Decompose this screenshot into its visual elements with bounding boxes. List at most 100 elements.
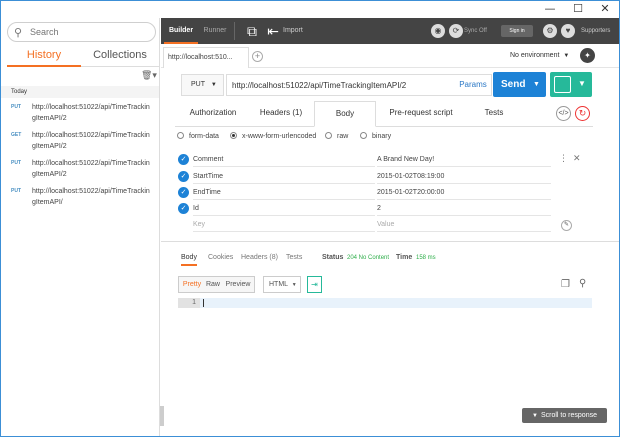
day-header: Today <box>1 86 159 98</box>
manage-environments-icon[interactable]: ✦ <box>580 48 595 63</box>
search-box[interactable]: ⚲ <box>7 22 156 42</box>
method-select[interactable]: PUT ▼ <box>181 74 224 96</box>
chevron-down-icon[interactable]: ▼ <box>533 72 540 97</box>
language-select[interactable]: HTML ▼ <box>263 276 301 293</box>
form-value[interactable]: A Brand New Day! <box>377 153 551 167</box>
bulk-edit-icon[interactable]: ✎ <box>561 220 572 231</box>
copy-icon[interactable]: ❐ <box>561 279 570 290</box>
request-tab-bar: http://localhost:510... + No environment… <box>161 44 619 68</box>
form-value[interactable]: 2015-01-02T08:19:00 <box>377 170 551 184</box>
environment-select[interactable]: No environment ▼ <box>510 49 569 63</box>
format-raw[interactable]: Raw <box>205 277 221 292</box>
new-value-input[interactable]: Value <box>377 218 551 232</box>
sidebar-scrollbar[interactable] <box>160 406 164 426</box>
radio-label: binary <box>372 133 392 140</box>
minimize-icon[interactable]: — <box>542 2 558 16</box>
tab-headers[interactable]: Headers (1) <box>250 101 312 127</box>
search-icon: ⚲ <box>14 27 23 39</box>
tab-history[interactable]: History <box>7 45 81 67</box>
history-item[interactable]: PUT http://localhost:51022/api/TimeTrack… <box>1 186 159 214</box>
form-row: ✓ StartTime 2015-01-02T08:19:00 <box>175 169 593 185</box>
url-input[interactable] <box>226 74 492 96</box>
chevron-down-icon: ▼ <box>210 82 217 88</box>
time-label: Time <box>396 254 413 261</box>
checkbox-icon[interactable]: ✓ <box>178 154 189 165</box>
drag-handle-icon[interactable]: ⋮ <box>559 153 568 163</box>
sync-icon[interactable]: ⟳ <box>449 24 463 38</box>
response-tab-cookies[interactable]: Cookies <box>208 252 233 264</box>
checkbox-icon[interactable]: ✓ <box>178 171 189 182</box>
radio-form-data[interactable]: form-data <box>177 131 219 143</box>
chevron-down-icon: ▼ <box>563 53 570 59</box>
radio-icon <box>230 132 237 139</box>
import-button[interactable]: Import <box>283 18 303 44</box>
scroll-to-response-button[interactable]: ▼ Scroll to response <box>522 408 607 423</box>
heart-icon[interactable]: ♥ <box>561 24 575 38</box>
response-tab-body[interactable]: Body <box>181 252 197 266</box>
signin-button[interactable]: Sign in <box>501 25 533 37</box>
maximize-icon[interactable]: ☐ <box>570 2 586 16</box>
response-tab-tests[interactable]: Tests <box>286 252 302 264</box>
new-key-input[interactable]: Key <box>193 218 375 232</box>
params-button[interactable]: Params <box>455 74 491 96</box>
delete-row-icon[interactable]: ✕ <box>573 153 581 163</box>
tab-builder[interactable]: Builder <box>164 18 198 44</box>
settings-icon[interactable]: ⚙ <box>543 24 557 38</box>
checkbox-icon[interactable]: ✓ <box>178 187 189 198</box>
import-icon[interactable]: ⇤ <box>264 22 282 40</box>
request-tab[interactable]: http://localhost:510... <box>163 47 249 68</box>
radio-label: raw <box>337 133 349 140</box>
top-header: Builder Runner ⧉ ⇤ Import ◉ ⟳ Sync Off S… <box>161 18 619 44</box>
form-value[interactable]: 2 <box>377 202 551 216</box>
tab-pre-request-script[interactable]: Pre-request script <box>378 101 464 127</box>
send-label: Send <box>501 79 526 90</box>
radio-label: form-data <box>189 133 219 140</box>
code-icon[interactable]: </> <box>556 106 571 121</box>
history-item[interactable]: PUT http://localhost:51022/api/TimeTrack… <box>1 158 159 186</box>
form-key[interactable]: Comment <box>193 153 375 167</box>
form-key[interactable]: Id <box>193 202 375 216</box>
response-editor[interactable]: 1 <box>178 298 592 308</box>
radio-x-www-form-urlencoded[interactable]: x-www-form-urlencoded <box>230 131 316 143</box>
chevron-down-icon: ▼ <box>291 282 297 288</box>
tab-collections[interactable]: Collections <box>81 45 159 67</box>
tab-tests[interactable]: Tests <box>466 101 522 127</box>
history-item[interactable]: GET http://localhost:51022/api/TimeTrack… <box>1 130 159 158</box>
format-preview[interactable]: Preview <box>223 277 253 292</box>
language-label: HTML <box>269 281 288 288</box>
add-tab-icon[interactable]: + <box>252 51 263 62</box>
tab-authorization[interactable]: Authorization <box>178 101 248 127</box>
reset-icon[interactable]: ↻ <box>575 106 590 121</box>
send-button[interactable]: Send ▼ <box>493 72 546 97</box>
trash-icon[interactable]: 🗑▾ <box>141 70 157 81</box>
interceptor-icon[interactable]: ◉ <box>431 24 445 38</box>
divider <box>234 22 235 40</box>
radio-icon <box>325 132 332 139</box>
format-pretty[interactable]: Pretty <box>181 277 203 292</box>
sidebar-tabs: History Collections <box>1 45 159 67</box>
form-row-new: Key Value <box>175 217 593 233</box>
supporters-link[interactable]: Supporters <box>581 18 610 44</box>
search-input[interactable] <box>30 25 150 39</box>
form-value[interactable]: 2015-01-02T20:00:00 <box>377 186 551 200</box>
time-value: 158 ms <box>416 255 436 261</box>
tab-body[interactable]: Body <box>314 101 376 127</box>
checkbox-icon[interactable]: ✓ <box>178 203 189 214</box>
history-item[interactable]: PUT http://localhost:51022/api/TimeTrack… <box>1 102 159 130</box>
radio-binary[interactable]: binary <box>360 131 391 143</box>
close-icon[interactable]: ✕ <box>597 2 613 16</box>
wrap-lines-icon[interactable]: ⇥ <box>307 276 322 293</box>
history-url: http://localhost:51022/api/TimeTrackingI… <box>32 104 150 122</box>
history-method: PUT <box>11 104 21 110</box>
save-button[interactable]: ▼ <box>550 72 592 97</box>
radio-raw[interactable]: raw <box>325 131 348 143</box>
chevron-down-icon[interactable]: ▼ <box>578 79 586 88</box>
form-key[interactable]: EndTime <box>193 186 375 200</box>
tab-runner[interactable]: Runner <box>201 18 229 44</box>
save-icon <box>554 76 571 93</box>
form-key[interactable]: StartTime <box>193 170 375 184</box>
search-icon[interactable]: ⚲ <box>579 278 586 289</box>
new-window-icon[interactable]: ⧉ <box>243 22 261 40</box>
row-actions: ⋮ ✕ <box>559 153 581 164</box>
response-tab-headers[interactable]: Headers (8) <box>241 252 278 264</box>
